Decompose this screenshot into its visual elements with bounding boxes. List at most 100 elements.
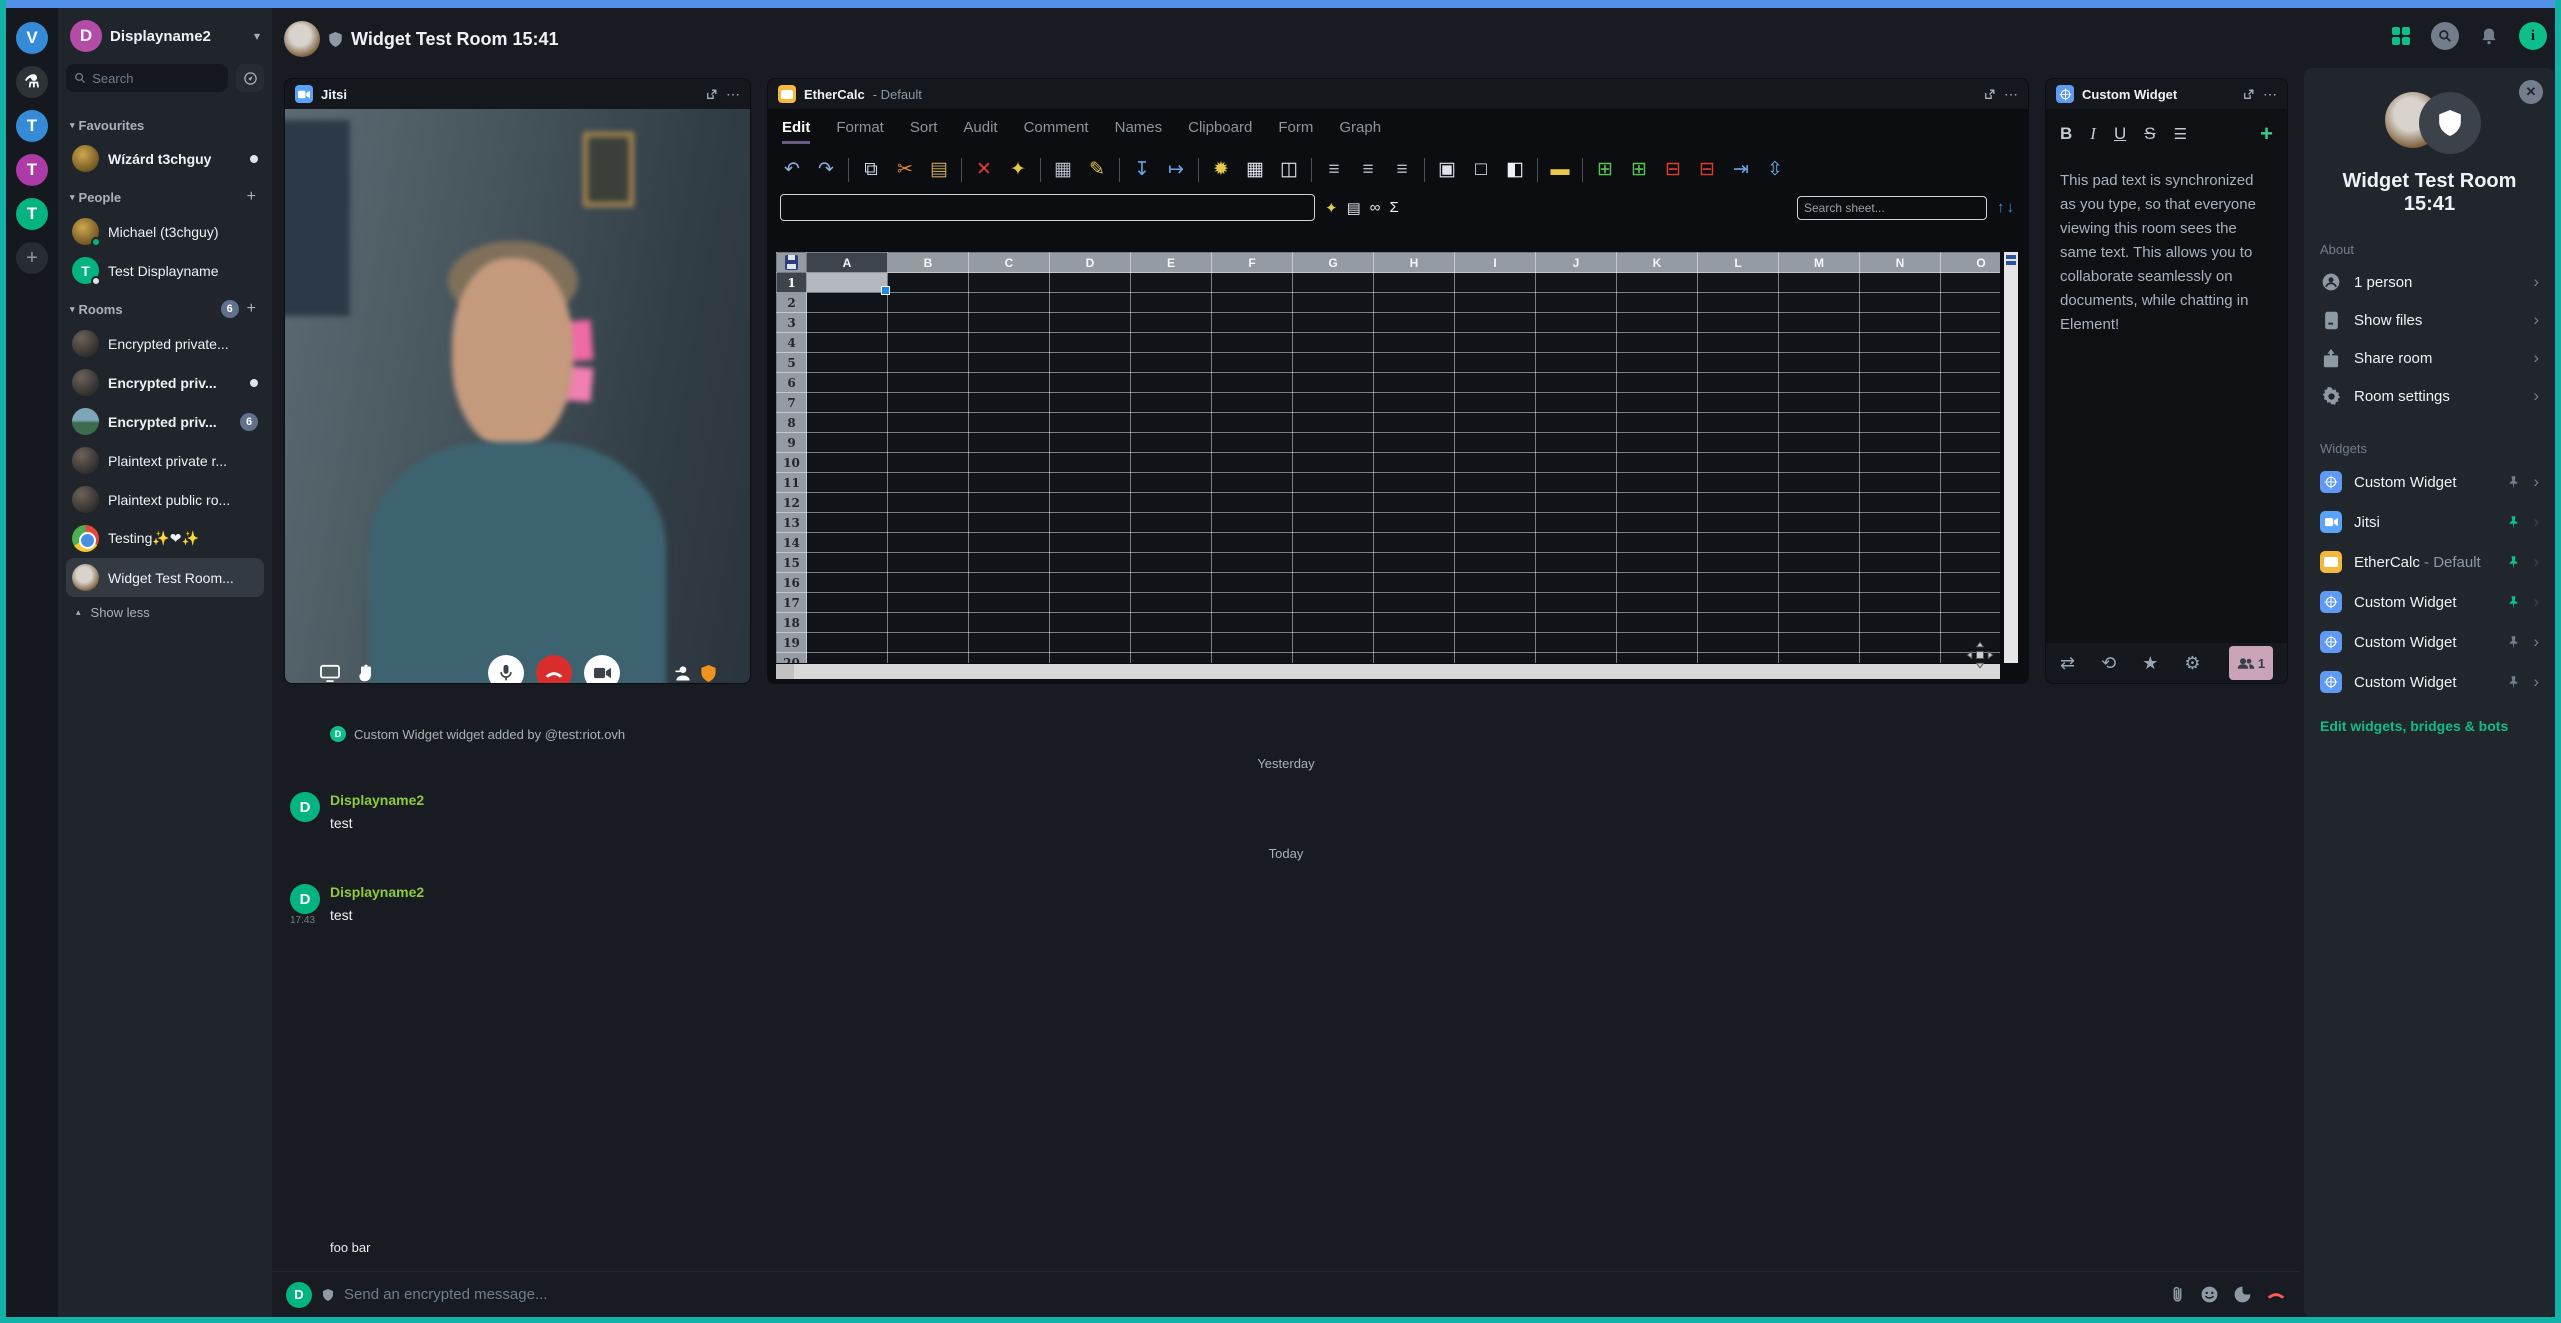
cell-B9[interactable] xyxy=(888,433,969,453)
insert-column-icon[interactable]: ⊞ xyxy=(1627,159,1651,181)
search-prev-next-icons[interactable]: ↑↓ xyxy=(1997,199,2016,216)
cell-K8[interactable] xyxy=(1617,413,1698,433)
pin-icon[interactable] xyxy=(2506,515,2521,530)
cell-O3[interactable] xyxy=(1941,313,2001,333)
row-header-4[interactable]: 4 xyxy=(777,333,807,353)
cell-M17[interactable] xyxy=(1779,593,1860,613)
spreadsheet-grid[interactable]: ABCDEFGHIJKLMNO1234567891011121314151617… xyxy=(776,252,2000,663)
cell-F19[interactable] xyxy=(1212,633,1293,653)
room-list-item[interactable]: TTest Displayname xyxy=(66,251,264,290)
cell-A7[interactable] xyxy=(807,393,888,413)
cell-I8[interactable] xyxy=(1455,413,1536,433)
pin-icon[interactable] xyxy=(2506,595,2521,610)
cell-O17[interactable] xyxy=(1941,593,2001,613)
widget-options-icon[interactable]: ⋯ xyxy=(2004,86,2018,103)
pin-icon[interactable] xyxy=(2506,475,2521,490)
formula-list-icon[interactable]: ▤ xyxy=(1347,199,1361,217)
cell-N12[interactable] xyxy=(1860,493,1941,513)
cell-B11[interactable] xyxy=(888,473,969,493)
cell-M12[interactable] xyxy=(1779,493,1860,513)
message-body[interactable]: test xyxy=(330,907,2300,923)
row-header-14[interactable]: 14 xyxy=(777,533,807,553)
cell-H14[interactable] xyxy=(1374,533,1455,553)
cell-C19[interactable] xyxy=(969,633,1050,653)
cell-N2[interactable] xyxy=(1860,293,1941,313)
align-right-icon[interactable]: ≡ xyxy=(1390,159,1414,181)
row-header-1[interactable]: 1 xyxy=(777,273,807,293)
cell-G11[interactable] xyxy=(1293,473,1374,493)
pad-settings-gear-icon[interactable]: ⚙ xyxy=(2184,653,2200,674)
scroll-thumb[interactable] xyxy=(2006,261,2016,265)
cell-C9[interactable] xyxy=(969,433,1050,453)
cell-N4[interactable] xyxy=(1860,333,1941,353)
cell-K10[interactable] xyxy=(1617,453,1698,473)
cell-H9[interactable] xyxy=(1374,433,1455,453)
cell-N5[interactable] xyxy=(1860,353,1941,373)
row-header-15[interactable]: 15 xyxy=(777,553,807,573)
cell-A9[interactable] xyxy=(807,433,888,453)
bold-button[interactable]: B xyxy=(2060,124,2072,144)
cell-A16[interactable] xyxy=(807,573,888,593)
cell-G5[interactable] xyxy=(1293,353,1374,373)
cell-K4[interactable] xyxy=(1617,333,1698,353)
room-list-item[interactable]: Testing✨❤✨ xyxy=(66,519,264,558)
message-body[interactable]: test xyxy=(330,815,2300,831)
cell-G3[interactable] xyxy=(1293,313,1374,333)
cell-I12[interactable] xyxy=(1455,493,1536,513)
cell-J17[interactable] xyxy=(1536,593,1617,613)
widget-row[interactable]: Custom Widget› xyxy=(2320,462,2539,502)
cell-J4[interactable] xyxy=(1536,333,1617,353)
pin-icon[interactable] xyxy=(2506,635,2521,650)
pending-message-text[interactable]: foo bar xyxy=(330,1240,370,1255)
cell-D18[interactable] xyxy=(1050,613,1131,633)
cell-F17[interactable] xyxy=(1212,593,1293,613)
cell-H11[interactable] xyxy=(1374,473,1455,493)
cell-N8[interactable] xyxy=(1860,413,1941,433)
ethercalc-menu-format[interactable]: Format xyxy=(836,119,884,144)
cell-E2[interactable] xyxy=(1131,293,1212,313)
cell-B7[interactable] xyxy=(888,393,969,413)
cell-I11[interactable] xyxy=(1455,473,1536,493)
cell-O10[interactable] xyxy=(1941,453,2001,473)
cell-J11[interactable] xyxy=(1536,473,1617,493)
sticker-button[interactable] xyxy=(2233,1285,2252,1304)
column-header-G[interactable]: G xyxy=(1293,253,1374,273)
cell-D17[interactable] xyxy=(1050,593,1131,613)
cell-D7[interactable] xyxy=(1050,393,1131,413)
cell-D12[interactable] xyxy=(1050,493,1131,513)
cell-B14[interactable] xyxy=(888,533,969,553)
room-search[interactable] xyxy=(66,64,228,92)
widget-row[interactable]: Custom Widget› xyxy=(2320,622,2539,662)
message-event[interactable]: D Displayname2 test xyxy=(290,792,2300,831)
cell-D9[interactable] xyxy=(1050,433,1131,453)
redo-icon[interactable]: ↷ xyxy=(814,159,838,181)
column-header-B[interactable]: B xyxy=(888,253,969,273)
cell-I10[interactable] xyxy=(1455,453,1536,473)
cell-L6[interactable] xyxy=(1698,373,1779,393)
cell-I5[interactable] xyxy=(1455,353,1536,373)
cell-J19[interactable] xyxy=(1536,633,1617,653)
vertical-scrollbar[interactable] xyxy=(2004,252,2018,663)
cell-A8[interactable] xyxy=(807,413,888,433)
cell-D19[interactable] xyxy=(1050,633,1131,653)
cell-N10[interactable] xyxy=(1860,453,1941,473)
cell-G12[interactable] xyxy=(1293,493,1374,513)
cell-H12[interactable] xyxy=(1374,493,1455,513)
cell-M6[interactable] xyxy=(1779,373,1860,393)
cell-L8[interactable] xyxy=(1698,413,1779,433)
popout-widget-icon[interactable] xyxy=(1983,88,1996,101)
cell-B5[interactable] xyxy=(888,353,969,373)
cell-H5[interactable] xyxy=(1374,353,1455,373)
cell-H15[interactable] xyxy=(1374,553,1455,573)
composer-input[interactable] xyxy=(344,1286,2159,1303)
cell-H16[interactable] xyxy=(1374,573,1455,593)
cell-J15[interactable] xyxy=(1536,553,1617,573)
cell-B1[interactable] xyxy=(888,273,969,293)
background-color-icon[interactable]: □ xyxy=(1469,159,1493,181)
cell-M13[interactable] xyxy=(1779,513,1860,533)
fill-right-icon[interactable]: ↦ xyxy=(1164,159,1188,181)
row-header-16[interactable]: 16 xyxy=(777,573,807,593)
cell-O4[interactable] xyxy=(1941,333,2001,353)
cell-N18[interactable] xyxy=(1860,613,1941,633)
cell-M20[interactable] xyxy=(1779,653,1860,664)
